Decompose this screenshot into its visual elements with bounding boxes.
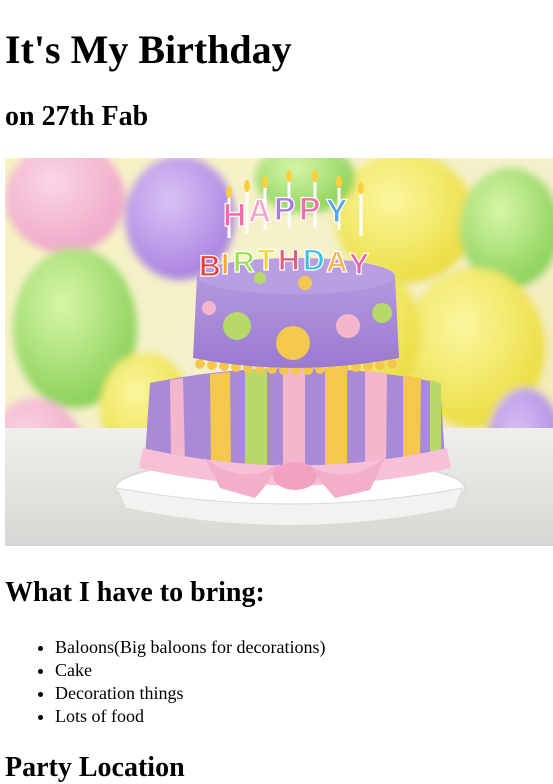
svg-text:H: H — [278, 244, 300, 277]
candle-letter-a: A — [248, 193, 271, 229]
svg-text:R: R — [233, 246, 255, 279]
list-item: Decoration things — [55, 682, 325, 705]
page-title: It's My Birthday — [5, 27, 292, 72]
list-item: Cake — [55, 659, 325, 682]
svg-text:I: I — [221, 248, 229, 281]
list-item: Baloons(Big baloons for decorations) — [55, 636, 325, 659]
candle-letter-h: H — [223, 197, 246, 233]
bring-list: Baloons(Big baloons for decorations) Cak… — [5, 636, 325, 728]
birthday-cake-image: H A P P Y B I R T H D A Y — [5, 158, 553, 546]
svg-text:D: D — [303, 244, 325, 277]
svg-text:B: B — [199, 250, 221, 283]
list-item: Lots of food — [55, 705, 325, 728]
candle-letter-p1: P — [274, 191, 295, 227]
page-subtitle: on 27th Fab — [5, 101, 149, 132]
svg-text:T: T — [257, 244, 275, 277]
bring-heading: What I have to bring: — [5, 577, 265, 608]
candle-letter-p2: P — [299, 191, 320, 227]
location-heading: Party Location — [5, 752, 185, 783]
svg-text:A: A — [326, 246, 348, 279]
svg-text:Y: Y — [349, 248, 369, 281]
candle-letter-y1: Y — [326, 193, 347, 229]
